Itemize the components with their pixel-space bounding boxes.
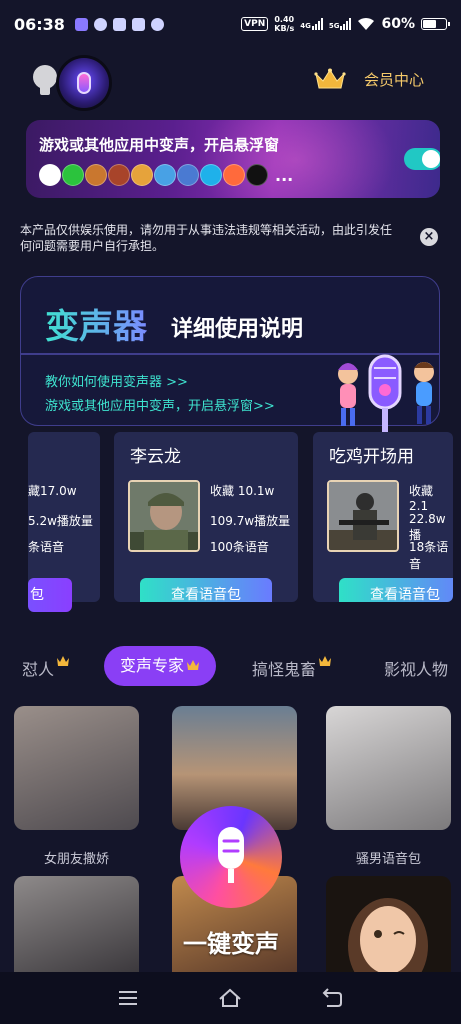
game-icon-3 xyxy=(131,164,153,186)
guide-title-sub: 详细使用说明 xyxy=(171,317,304,342)
tab-funny[interactable]: 搞怪鬼畜 xyxy=(252,656,332,680)
microphone-logo-icon xyxy=(59,58,109,108)
notification-icon xyxy=(74,17,88,31)
grid-item-label: 骚男语音包 xyxy=(355,852,421,867)
app-icon xyxy=(93,17,107,31)
disclaimer-text: 本产品仅供娱乐使用，请勿用于从事违法违规等相关活动，由此引发任何问题需要用户自行… xyxy=(20,223,393,253)
voice-pack-card-liyunlong[interactable]: 李云龙 收藏 10.1w 109.7w播放量 100条语音 查看语音包 xyxy=(114,432,298,602)
tab-film-characters[interactable]: 影视人物 xyxy=(384,656,448,680)
voice-pack-card-left[interactable]: 藏17.0w 5.2w播放量 条语音 xyxy=(28,432,100,602)
header: 会员中心 xyxy=(0,56,461,112)
wifi-icon xyxy=(358,17,375,30)
crown-icon xyxy=(187,660,200,670)
bilibili-icon xyxy=(200,164,222,186)
menu-icon[interactable] xyxy=(116,986,140,1010)
guide-link-how-to[interactable]: 教你如何使用变声器 >> xyxy=(45,371,188,390)
voice-pack-count: 100条语音 xyxy=(210,540,269,554)
float-window-banner[interactable]: 游戏或其他应用中变声，开启悬浮窗 ... xyxy=(26,120,440,198)
voice-pack-name: 李云龙 xyxy=(130,447,181,467)
game-icon-4 xyxy=(154,164,176,186)
crown-icon xyxy=(57,656,70,666)
guide-link-float-window[interactable]: 游戏或其他应用中变声，开启悬浮窗>> xyxy=(45,395,275,414)
voice-pack-plays: 109.7w播放量 xyxy=(210,514,291,528)
voice-pack-name: 吃鸡开场用 xyxy=(329,447,414,467)
game-icon-6 xyxy=(223,164,245,186)
tiktok-icon xyxy=(246,164,268,186)
one-tap-voice-change-button[interactable] xyxy=(180,806,282,908)
one-tap-voice-change-label: 一键变声 xyxy=(183,930,279,958)
tab-duiren[interactable]: 怼人 xyxy=(22,656,70,680)
crown-icon[interactable] xyxy=(314,68,346,90)
voice-pack-photo xyxy=(128,480,200,552)
voice-pack-card-chiji[interactable]: 吃鸡开场用 收藏 2.1 22.8w播 18条语音 查看语音包 xyxy=(313,432,453,602)
back-icon[interactable] xyxy=(320,986,344,1010)
grid-item-4[interactable] xyxy=(14,876,139,972)
telegram-icon xyxy=(150,17,164,31)
status-right: VPN 0.40 KB/s 4G 5G 60% xyxy=(241,15,450,33)
guide-title-main: 变声器 xyxy=(45,299,147,348)
mail-icon xyxy=(112,17,126,31)
battery-percent: 60% xyxy=(381,16,415,32)
signal-5g-icon: 5G xyxy=(329,18,352,30)
game-icon-2 xyxy=(108,164,130,186)
qq-icon xyxy=(39,164,61,186)
status-notification-icons xyxy=(74,17,164,31)
profile-icon[interactable] xyxy=(33,65,57,95)
status-bar: 06:38 VPN 0.40 KB/s 4G 5G 60% xyxy=(0,0,461,48)
vpn-badge: VPN xyxy=(241,17,269,31)
network-speed: 0.40 KB/s xyxy=(274,15,295,33)
view-voice-pack-button[interactable]: 查看语音包 xyxy=(339,578,453,602)
grid-item-girlfriend[interactable] xyxy=(14,706,139,830)
grid-item-label: 女朋友撒娇 xyxy=(43,852,109,867)
more-apps-ellipsis: ... xyxy=(275,165,294,185)
game-icon-1 xyxy=(85,164,107,186)
status-time: 06:38 xyxy=(14,14,65,34)
category-tabs: 怼人 变声专家 搞怪鬼畜 影视人物 xyxy=(0,646,461,686)
grid-item-6[interactable] xyxy=(326,876,451,972)
home-icon[interactable] xyxy=(218,986,242,1010)
view-voice-pack-button[interactable]: 查看语音包 xyxy=(140,578,272,602)
wechat-icon xyxy=(62,164,84,186)
float-window-title: 游戏或其他应用中变声，开启悬浮窗 xyxy=(39,136,280,154)
game-icon-5 xyxy=(177,164,199,186)
tab-expert[interactable]: 变声专家 xyxy=(104,646,217,686)
battery-icon xyxy=(421,18,450,30)
vip-center-link[interactable]: 会员中心 xyxy=(364,69,424,90)
float-window-toggle[interactable] xyxy=(404,148,440,170)
grid-item-sao-nan[interactable] xyxy=(326,706,451,830)
crown-icon xyxy=(319,656,332,666)
signal-4g-icon: 4G xyxy=(300,18,323,30)
microphone-icon xyxy=(218,827,244,883)
taobao-icon xyxy=(131,17,145,31)
close-icon[interactable]: × xyxy=(420,228,438,246)
voice-pack-left-button[interactable]: 包 xyxy=(28,578,72,612)
supported-app-icons: ... xyxy=(39,164,293,186)
system-nav-bar xyxy=(0,972,461,1024)
voice-pack-photo xyxy=(327,480,399,552)
voice-pack-favorites: 收藏 10.1w xyxy=(210,484,275,498)
